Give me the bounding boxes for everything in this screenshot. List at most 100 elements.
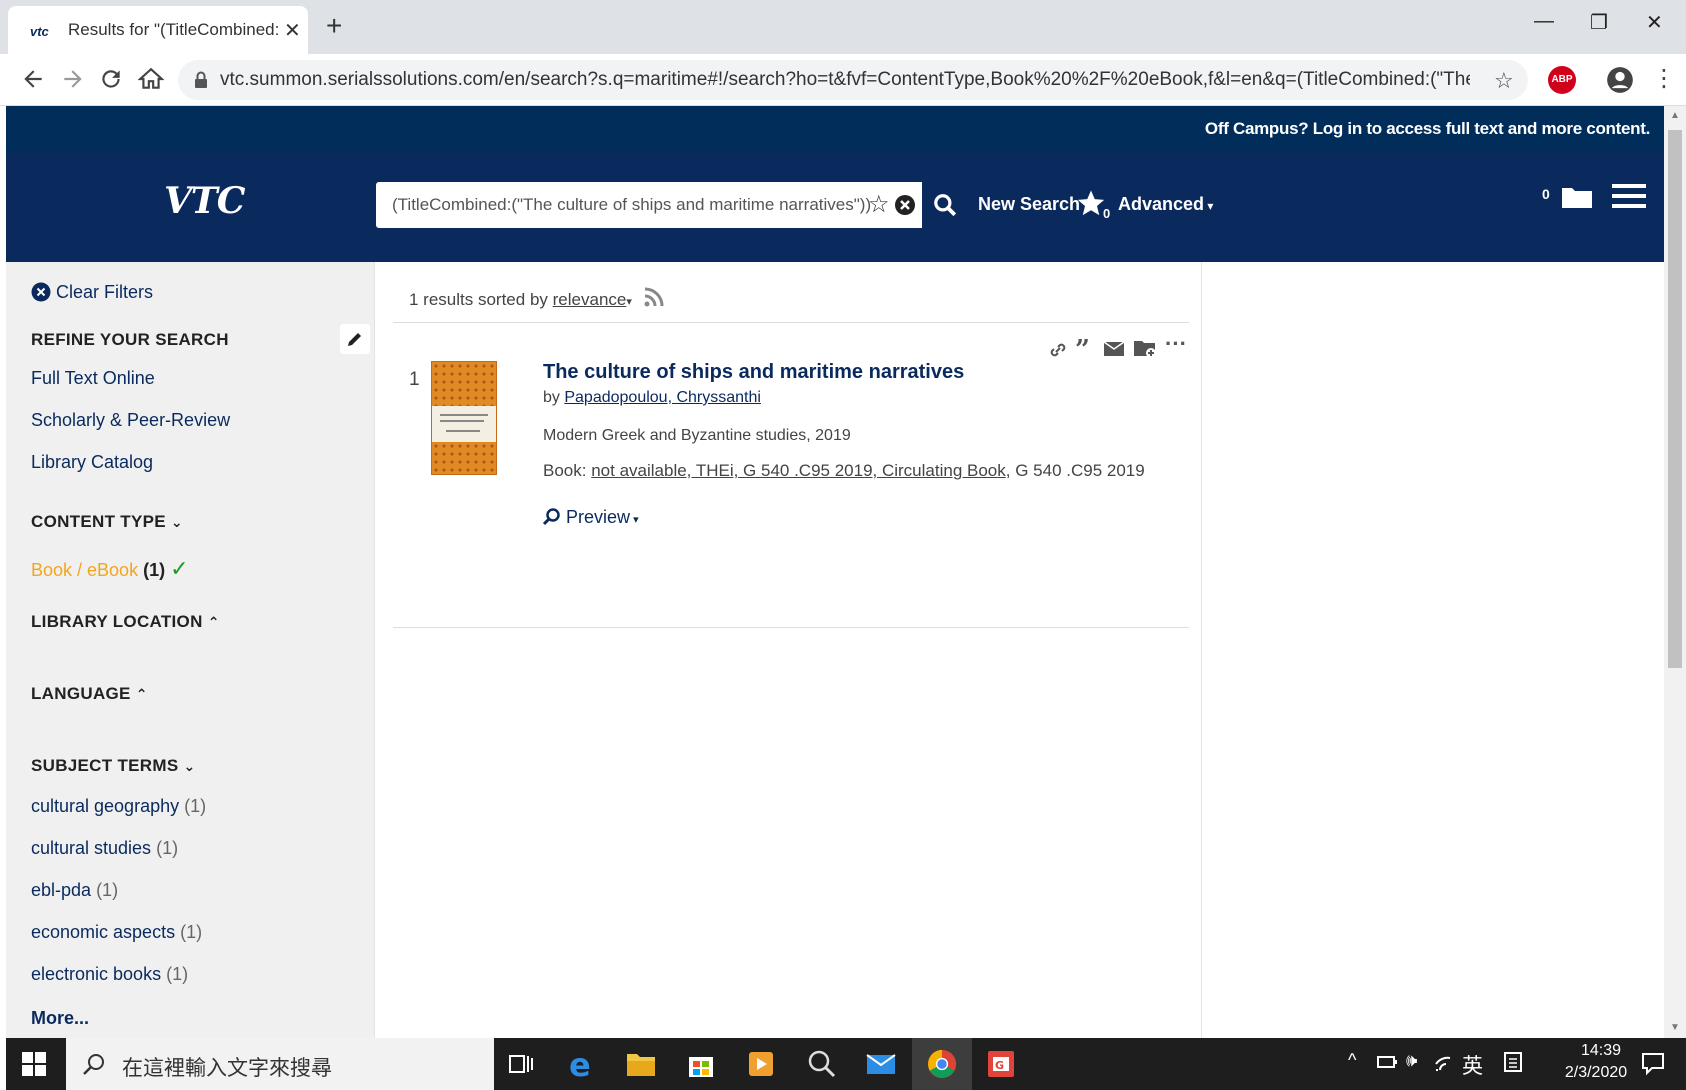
subject-term-count: (1)	[96, 880, 119, 900]
advanced-search-dropdown[interactable]: Advanced ▾	[1118, 194, 1213, 215]
chrome-icon	[927, 1049, 957, 1079]
input-method-indicator[interactable]: 英	[1462, 1050, 1483, 1080]
refine-scholarly-peer-review[interactable]: Scholarly & Peer-Review	[31, 410, 230, 431]
subject-term-label: economic aspects	[31, 922, 176, 942]
address-bar[interactable]: vtc.summon.serialssolutions.com/en/searc…	[178, 60, 1528, 100]
vtc-logo[interactable]: VTC	[164, 180, 245, 222]
email-icon[interactable]	[1103, 341, 1125, 357]
taskbar-clock-time[interactable]: 14:39	[1556, 1042, 1646, 1060]
search-icon	[932, 192, 958, 218]
windows-start-icon[interactable]	[22, 1052, 46, 1076]
availability-link[interactable]: not available, THEi, G 540 .C95 2019, Ci…	[591, 461, 1006, 480]
browser-toolbar: vtc.summon.serialssolutions.com/en/searc…	[0, 54, 1686, 106]
result-title-link[interactable]: The culture of ships and maritime narrat…	[543, 361, 964, 384]
file-explorer-icon[interactable]	[624, 1048, 658, 1080]
subject-term-item[interactable]: cultural geography (1)	[31, 796, 206, 817]
forward-arrow-icon[interactable]	[60, 66, 86, 92]
volume-icon[interactable]: 🕪	[1406, 1050, 1417, 1071]
clear-search-icon[interactable]	[894, 194, 916, 216]
battery-icon[interactable]	[1376, 1052, 1398, 1072]
add-to-folder-icon[interactable]	[1133, 337, 1157, 359]
vtc-favicon-icon: vtc	[30, 24, 49, 39]
subject-term-item[interactable]: economic aspects (1)	[31, 922, 202, 943]
taskbar-search-box[interactable]: 在這裡輸入文字來搜尋	[66, 1038, 494, 1090]
refine-full-text-online[interactable]: Full Text Online	[31, 368, 155, 389]
scroll-down-icon[interactable]: ▼	[1670, 1022, 1680, 1033]
edit-pencil-icon[interactable]	[340, 324, 370, 354]
off-campus-login-link[interactable]: Off Campus? Log in to access full text a…	[1205, 119, 1650, 139]
by-label: by	[543, 389, 560, 406]
chrome-taskbar-active[interactable]	[912, 1038, 972, 1090]
new-tab-plus-icon[interactable]: +	[326, 12, 342, 40]
subject-terms-heading[interactable]: SUBJECT TERMS ⌄	[31, 756, 196, 776]
result-number: 1	[409, 369, 420, 390]
author-link[interactable]: Papadopoulou, Chryssanthi	[564, 389, 761, 406]
action-center-icon[interactable]	[1640, 1050, 1666, 1076]
magnifier-app-icon[interactable]	[804, 1048, 838, 1080]
media-player-icon[interactable]	[744, 1048, 778, 1080]
tab-close-icon[interactable]: ✕	[284, 18, 301, 43]
subject-term-label: cultural geography	[31, 796, 180, 816]
off-campus-bar: Off Campus? Log in to access full text a…	[6, 106, 1664, 152]
scroll-thumb[interactable]	[1668, 130, 1682, 668]
clear-filters-link[interactable]: Clear Filters	[31, 282, 153, 303]
cover-text-line	[440, 414, 488, 416]
cite-quote-icon[interactable]: ”	[1075, 335, 1090, 365]
results-summary: 1 results sorted by relevance▾	[409, 286, 665, 310]
foxit-reader-icon[interactable]: G	[984, 1048, 1018, 1080]
restore-icon[interactable]: ❐	[1590, 10, 1608, 35]
adblock-extension-icon[interactable]: ABP	[1548, 66, 1576, 94]
wifi-icon[interactable]	[1434, 1052, 1458, 1072]
content-type-book-ebook[interactable]: Book / eBook (1) ✓	[31, 556, 189, 582]
store-icon[interactable]	[684, 1048, 718, 1080]
language-heading[interactable]: LANGUAGE ⌃	[31, 684, 148, 704]
subject-term-label: ebl-pda	[31, 880, 92, 900]
more-actions-icon[interactable]: ···	[1165, 331, 1187, 357]
taskbar-search-placeholder: 在這裡輸入文字來搜尋	[122, 1056, 332, 1080]
refine-library-catalog[interactable]: Library Catalog	[31, 452, 153, 473]
reload-icon[interactable]	[98, 66, 124, 92]
task-view-icon[interactable]	[504, 1048, 538, 1080]
scroll-up-icon[interactable]: ▲	[1670, 110, 1680, 121]
back-arrow-icon[interactable]	[20, 66, 46, 92]
windows-taskbar: 在這裡輸入文字來搜尋 e G ^ 🕪 英 14:39 2/3/2020	[6, 1038, 1686, 1090]
svg-text:G: G	[995, 1059, 1004, 1072]
search-button[interactable]	[922, 182, 968, 228]
new-search-button[interactable]: New Search	[978, 194, 1080, 215]
taskbar-clock-date[interactable]: 2/3/2020	[1546, 1064, 1646, 1082]
link-icon[interactable]	[1047, 339, 1069, 361]
library-location-heading[interactable]: LIBRARY LOCATION ⌃	[31, 612, 220, 632]
preview-dropdown[interactable]: Preview ▾	[543, 507, 639, 528]
bookmark-star-icon[interactable]: ☆	[1494, 68, 1514, 94]
subject-term-label: cultural studies	[31, 838, 152, 858]
preview-label: Preview	[566, 507, 631, 527]
page-scrollbar[interactable]: ▲ ▼	[1664, 106, 1686, 1038]
book-cover-thumbnail[interactable]	[431, 361, 497, 475]
save-search-star-icon[interactable]: ☆	[868, 190, 890, 219]
show-hidden-icons-chevron[interactable]: ^	[1348, 1050, 1356, 1071]
saved-searches-star-icon[interactable]	[1076, 188, 1106, 218]
url-text: vtc.summon.serialssolutions.com/en/searc…	[220, 69, 1470, 90]
mail-icon[interactable]	[864, 1048, 898, 1080]
more-subject-terms-link[interactable]: More...	[31, 1008, 89, 1029]
ime-mode-icon[interactable]	[1502, 1050, 1524, 1074]
subject-term-item[interactable]: cultural studies (1)	[31, 838, 178, 859]
result-author-line: by Papadopoulou, Chryssanthi	[543, 389, 761, 407]
edge-browser-icon[interactable]: e	[564, 1048, 598, 1080]
rss-feed-icon[interactable]	[643, 286, 665, 308]
hamburger-menu-icon[interactable]	[1612, 182, 1646, 210]
browser-tab-bar: vtc Results for "(TitleCombined:("T ✕ + …	[0, 0, 1686, 54]
minimize-icon[interactable]: —	[1534, 10, 1554, 33]
subject-term-item[interactable]: electronic books (1)	[31, 964, 188, 985]
browser-menu-icon[interactable]: ⋮	[1652, 64, 1676, 93]
browser-tab-active[interactable]: vtc Results for "(TitleCombined:("T ✕	[8, 6, 308, 54]
folder-icon[interactable]	[1560, 182, 1594, 210]
subject-term-item[interactable]: ebl-pda (1)	[31, 880, 118, 901]
sort-relevance-dropdown[interactable]: relevance	[553, 290, 627, 309]
search-input[interactable]: (TitleCombined:("The culture of ships an…	[376, 182, 922, 228]
close-window-icon[interactable]: ✕	[1646, 10, 1663, 35]
home-icon[interactable]	[138, 66, 164, 92]
content-type-heading[interactable]: CONTENT TYPE ⌄	[31, 512, 183, 532]
cover-text-line	[440, 420, 484, 422]
account-icon[interactable]	[1606, 66, 1634, 94]
